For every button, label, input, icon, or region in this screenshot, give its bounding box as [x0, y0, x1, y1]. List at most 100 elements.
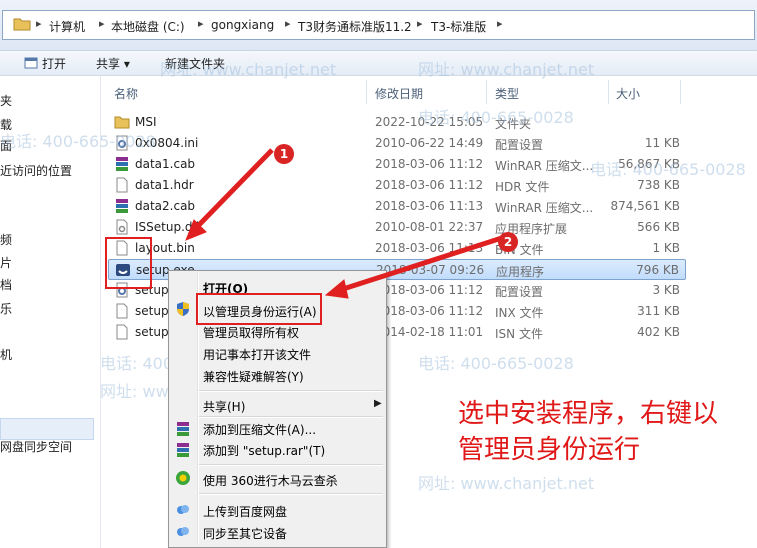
winrar-archive-icon [116, 199, 128, 213]
menu-item-take-ownership[interactable]: 管理员取得所有权 [203, 324, 299, 341]
file-size: 796 KB [636, 263, 679, 277]
nav-item-documents[interactable]: 档 [0, 276, 12, 293]
chevron-right-icon[interactable]: ▸ [285, 17, 291, 30]
file-type: WinRAR 压缩文... [495, 201, 594, 215]
file-type: 配置设置 [495, 138, 544, 152]
file-name: setup [135, 325, 169, 339]
chevron-right-icon[interactable]: ▸ [497, 17, 503, 30]
uac-shield-icon [177, 302, 189, 316]
file-date: 2018-03-06 11:12 [375, 283, 484, 297]
menu-separator [199, 493, 383, 495]
file-size: 311 KB [637, 304, 680, 318]
nav-item-computer[interactable]: 机 [0, 346, 12, 363]
nav-item-recent[interactable]: 近访问的位置 [0, 162, 72, 179]
baidu-cloud-icon [177, 505, 189, 514]
file-date: 2010-06-22 14:49 [375, 136, 484, 150]
annotation-text: 选中安装程序，右键以 管理员身份运行 [458, 396, 757, 468]
file-row[interactable]: data1.hdr 2018-03-06 11:12 HDR 文件 738 KB [108, 175, 686, 196]
file-name: MSI [135, 115, 157, 129]
watermark-phone: 电话: 400-665-0028 [418, 354, 574, 373]
chevron-right-icon[interactable]: ▸ [417, 17, 423, 30]
menu-item-share[interactable]: 共享(H) [203, 398, 245, 415]
menu-item-sync-device[interactable]: 同步至其它设备 [203, 525, 287, 542]
file-type: INX 文件 [495, 306, 544, 320]
menu-item-360-scan[interactable]: 使用 360进行木马云查杀 [203, 472, 338, 489]
menu-item-upload-baidu[interactable]: 上传到百度网盘 [203, 503, 287, 520]
new-folder-button[interactable]: 新建文件夹 [165, 55, 225, 72]
file-name: ISSetup.dll [135, 220, 200, 234]
menu-item-add-rar[interactable]: 添加到 "setup.rar"(T) [203, 442, 325, 459]
column-name[interactable]: 名称 [114, 85, 138, 102]
file-type: 文件夹 [495, 117, 532, 131]
crumb-t3-standard[interactable]: T3-标准版 [431, 18, 486, 35]
crumb-t3-folder[interactable]: T3财务通标准版11.2 [298, 18, 412, 35]
menu-separator [199, 390, 383, 392]
settings-file-icon [116, 135, 128, 151]
menu-item-add-archive[interactable]: 添加到压缩文件(A)... [203, 421, 316, 438]
file-date: 2018-03-07 09:26 [376, 263, 485, 277]
nav-item-music[interactable]: 乐 [0, 300, 12, 317]
file-row[interactable]: ISSetup.dll 2010-08-01 22:37 应用程序扩展 566 KB [108, 217, 686, 238]
file-date: 2018-03-06 11:13 [375, 241, 484, 255]
nav-item-pictures[interactable]: 片 [0, 254, 12, 271]
chevron-right-icon[interactable]: ▸ [99, 17, 105, 30]
menu-item-open-notepad[interactable]: 用记事本打开该文件 [203, 346, 311, 363]
column-divider[interactable] [366, 80, 367, 104]
folder-icon [114, 116, 130, 129]
crumb-computer[interactable]: 计算机 [49, 18, 85, 35]
file-size: 56,867 KB [618, 157, 680, 171]
file-type: 应用程序 [496, 265, 545, 279]
folder-icon [13, 18, 31, 31]
highlight-box-run-as-admin [196, 293, 322, 325]
column-date[interactable]: 修改日期 [375, 85, 423, 102]
file-size: 566 KB [637, 220, 680, 234]
nav-item-downloads[interactable]: 载 [0, 116, 12, 133]
file-size: 3 KB [652, 283, 680, 297]
file-row[interactable]: data1.cab 2018-03-06 11:12 WinRAR 压缩文... 56… [108, 154, 686, 175]
winrar-icon [177, 443, 189, 457]
file-size: 874,561 KB [610, 199, 680, 213]
column-type[interactable]: 类型 [495, 85, 519, 102]
360-icon [176, 471, 190, 485]
menu-item-compat[interactable]: 兼容性疑难解答(Y) [203, 368, 304, 385]
nav-item-netdisk-sync[interactable]: 网盘同步空间 [0, 438, 72, 455]
crumb-gongxiang[interactable]: gongxiang [211, 18, 274, 32]
address-bar: ▸ 计算机 ▸ 本地磁盘 (C:) ▸ gongxiang ▸ T3财务通标准版… [0, 0, 757, 51]
highlight-box-setup-icon [105, 237, 152, 289]
nav-item-favorites[interactable]: 夹 [0, 92, 12, 109]
file-row[interactable]: data2.cab 2018-03-06 11:13 WinRAR 压缩文... 87… [108, 196, 686, 217]
nav-item-videos[interactable]: 频 [0, 231, 12, 248]
watermark-site: 网址: www.chanjet.net [418, 474, 595, 493]
share-button[interactable]: 共享 ▾ [96, 55, 130, 72]
file-type: 配置设置 [495, 285, 544, 299]
file-name: data1.hdr [135, 178, 194, 192]
column-divider[interactable] [486, 80, 487, 104]
open-button[interactable]: 打开 [42, 55, 66, 72]
file-date: 2018-03-06 11:12 [375, 304, 484, 318]
column-divider[interactable] [680, 80, 681, 104]
file-date: 2018-03-06 11:13 [375, 199, 484, 213]
file-icon [116, 303, 128, 319]
sync-device-icon [177, 527, 189, 536]
address-input[interactable]: ▸ 计算机 ▸ 本地磁盘 (C:) ▸ gongxiang ▸ T3财务通标准版… [2, 10, 755, 40]
step-badge-1: 1 [274, 144, 294, 164]
file-size: 11 KB [644, 136, 680, 150]
column-divider[interactable] [608, 80, 609, 104]
file-size: 402 KB [637, 325, 680, 339]
winrar-archive-icon [116, 157, 128, 171]
nav-item-desktop[interactable]: 面 [0, 137, 12, 154]
winrar-icon [177, 422, 189, 436]
file-date: 2010-08-01 22:37 [375, 220, 484, 234]
chevron-right-icon[interactable]: ▸ [198, 17, 204, 30]
navigation-pane: 夹 载 面 近访问的位置 频 片 档 乐 机 网盘同步空间 [0, 76, 101, 548]
file-row[interactable]: 0x0804.ini 2010-06-22 14:49 配置设置 11 KB [108, 133, 686, 154]
menu-separator [199, 416, 383, 418]
file-row[interactable]: layout.bin 2018-03-06 11:13 BIN 文件 1 KB [108, 238, 686, 259]
file-date: 2014-02-18 11:01 [375, 325, 484, 339]
file-row[interactable]: MSI 2022-10-22 15:05 文件夹 [108, 112, 686, 133]
file-date: 2018-03-06 11:12 [375, 178, 484, 192]
dll-file-icon [116, 219, 128, 235]
crumb-drive-c[interactable]: 本地磁盘 (C:) [111, 18, 185, 35]
chevron-right-icon[interactable]: ▸ [36, 17, 42, 30]
column-size[interactable]: 大小 [616, 85, 640, 102]
